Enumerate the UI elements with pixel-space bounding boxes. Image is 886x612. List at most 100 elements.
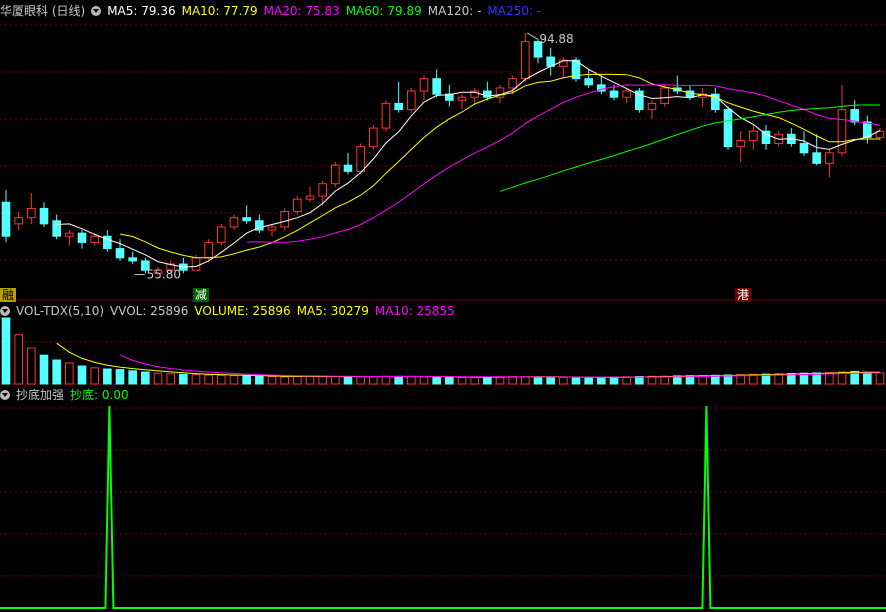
volume-bar	[597, 376, 606, 385]
volume-bar	[407, 376, 416, 385]
candle-body	[622, 90, 631, 98]
volume-bar	[293, 376, 302, 385]
volume-bar	[90, 367, 99, 385]
annotation-pointer	[527, 32, 538, 40]
candle-body	[850, 109, 859, 123]
candle-body	[52, 220, 61, 237]
candle-body	[381, 102, 391, 129]
candle-body	[457, 96, 467, 101]
candle-body	[584, 78, 593, 86]
candle-body	[229, 217, 239, 228]
marker-left[interactable]: 融	[0, 288, 17, 302]
candle-body	[837, 109, 847, 154]
volume-bar	[432, 376, 441, 385]
volume-bar	[267, 376, 277, 385]
marker-mid[interactable]: 减	[193, 288, 210, 302]
candle-body	[191, 257, 201, 271]
volume-bar	[65, 362, 74, 385]
ma5-line	[56, 60, 881, 268]
volume-bar	[141, 371, 150, 385]
ma20-label: MA20: 75.83	[263, 4, 340, 18]
candle-body	[305, 195, 315, 200]
chevron-down-icon[interactable]	[91, 6, 102, 16]
candle-body	[761, 130, 771, 145]
price-header: 华厦眼科 (日线) MA5: 79.36 MA10: 77.79 MA20: 75.8…	[0, 2, 547, 20]
volume-bar	[166, 373, 175, 385]
ma5-label: MA5: 79.36	[107, 4, 176, 18]
volume-bar	[394, 375, 403, 385]
volume-bar	[495, 376, 505, 385]
vol-ma5-line	[56, 342, 880, 378]
indicator-line	[0, 405, 886, 609]
volume-bar	[584, 377, 593, 385]
volume-bar	[39, 354, 49, 385]
candle-body	[204, 241, 213, 259]
marker-right[interactable]: 港	[735, 288, 752, 302]
volume-bar	[14, 334, 23, 385]
candle-body	[14, 217, 23, 225]
price-annotation: 94.88	[539, 32, 573, 46]
volume-bar	[103, 368, 112, 385]
chevron-down-icon[interactable]	[0, 390, 10, 400]
volume-bar	[242, 375, 251, 385]
chevron-down-icon[interactable]	[0, 306, 10, 316]
indicator-header: 抄底加强 抄底: 0.00	[0, 386, 135, 404]
ma120-label: MA120: -	[427, 4, 482, 18]
candle-body	[799, 143, 809, 154]
volume-bar	[381, 375, 391, 385]
candle-body	[432, 78, 441, 95]
volume-bar	[153, 372, 163, 385]
candle-body	[115, 248, 125, 259]
volume-bar	[77, 365, 87, 385]
candle-body	[647, 102, 657, 111]
volume-bar	[115, 369, 125, 385]
volume-bar	[331, 376, 340, 385]
candle-body	[65, 232, 74, 237]
volume-bar	[27, 347, 36, 385]
volume-bar	[128, 370, 137, 385]
indicator-value: 抄底: 0.00	[70, 388, 129, 402]
candle-body	[521, 41, 530, 80]
volume-bar	[369, 376, 378, 385]
volume-bar	[609, 376, 619, 385]
candle-body	[419, 78, 429, 92]
ma250-label: MA250: -	[487, 4, 542, 18]
volume-header: VOL-TDX(5,10) VVOL: 25896 VOLUME: 25896 MA5…	[0, 302, 461, 320]
ma60-label: MA60: 79.89	[345, 4, 422, 18]
volume-bar	[875, 372, 885, 385]
volume-bar	[521, 376, 530, 385]
volume-bar	[217, 374, 226, 385]
candle-body	[369, 127, 378, 148]
volume-bar	[305, 375, 315, 385]
volume-bar	[863, 371, 872, 385]
candle-body	[267, 226, 277, 231]
candle-body	[280, 211, 289, 228]
candle-body	[77, 232, 87, 243]
volume-label: VOLUME: 25896	[194, 304, 291, 318]
candle-body	[242, 217, 251, 222]
candle-body	[90, 235, 99, 243]
volume-bar	[356, 376, 365, 385]
candle-body	[217, 226, 226, 243]
volume-bar	[191, 374, 201, 385]
candle-body	[736, 139, 745, 148]
volume-bar	[179, 373, 188, 385]
ma20-line	[246, 84, 881, 243]
candle-body	[825, 152, 834, 164]
candle-body	[749, 130, 758, 141]
price-annotation: 55.80	[147, 268, 181, 282]
candle-body	[508, 78, 517, 89]
volume-bar	[533, 376, 543, 385]
volume-bar	[445, 376, 454, 385]
stock-title: 华厦眼科 (日线)	[0, 4, 86, 18]
volume-bar	[419, 376, 429, 385]
volume-bar	[457, 376, 467, 385]
volume-bar	[470, 376, 479, 385]
candle-body	[660, 87, 669, 104]
candle-body	[128, 257, 137, 262]
vol-ma5-label: MA5: 30279	[296, 304, 369, 318]
volume-bar	[508, 376, 517, 385]
volume-bar	[571, 377, 581, 385]
vvol-label: VVOL: 25896	[110, 304, 189, 318]
candle-body	[863, 121, 872, 138]
